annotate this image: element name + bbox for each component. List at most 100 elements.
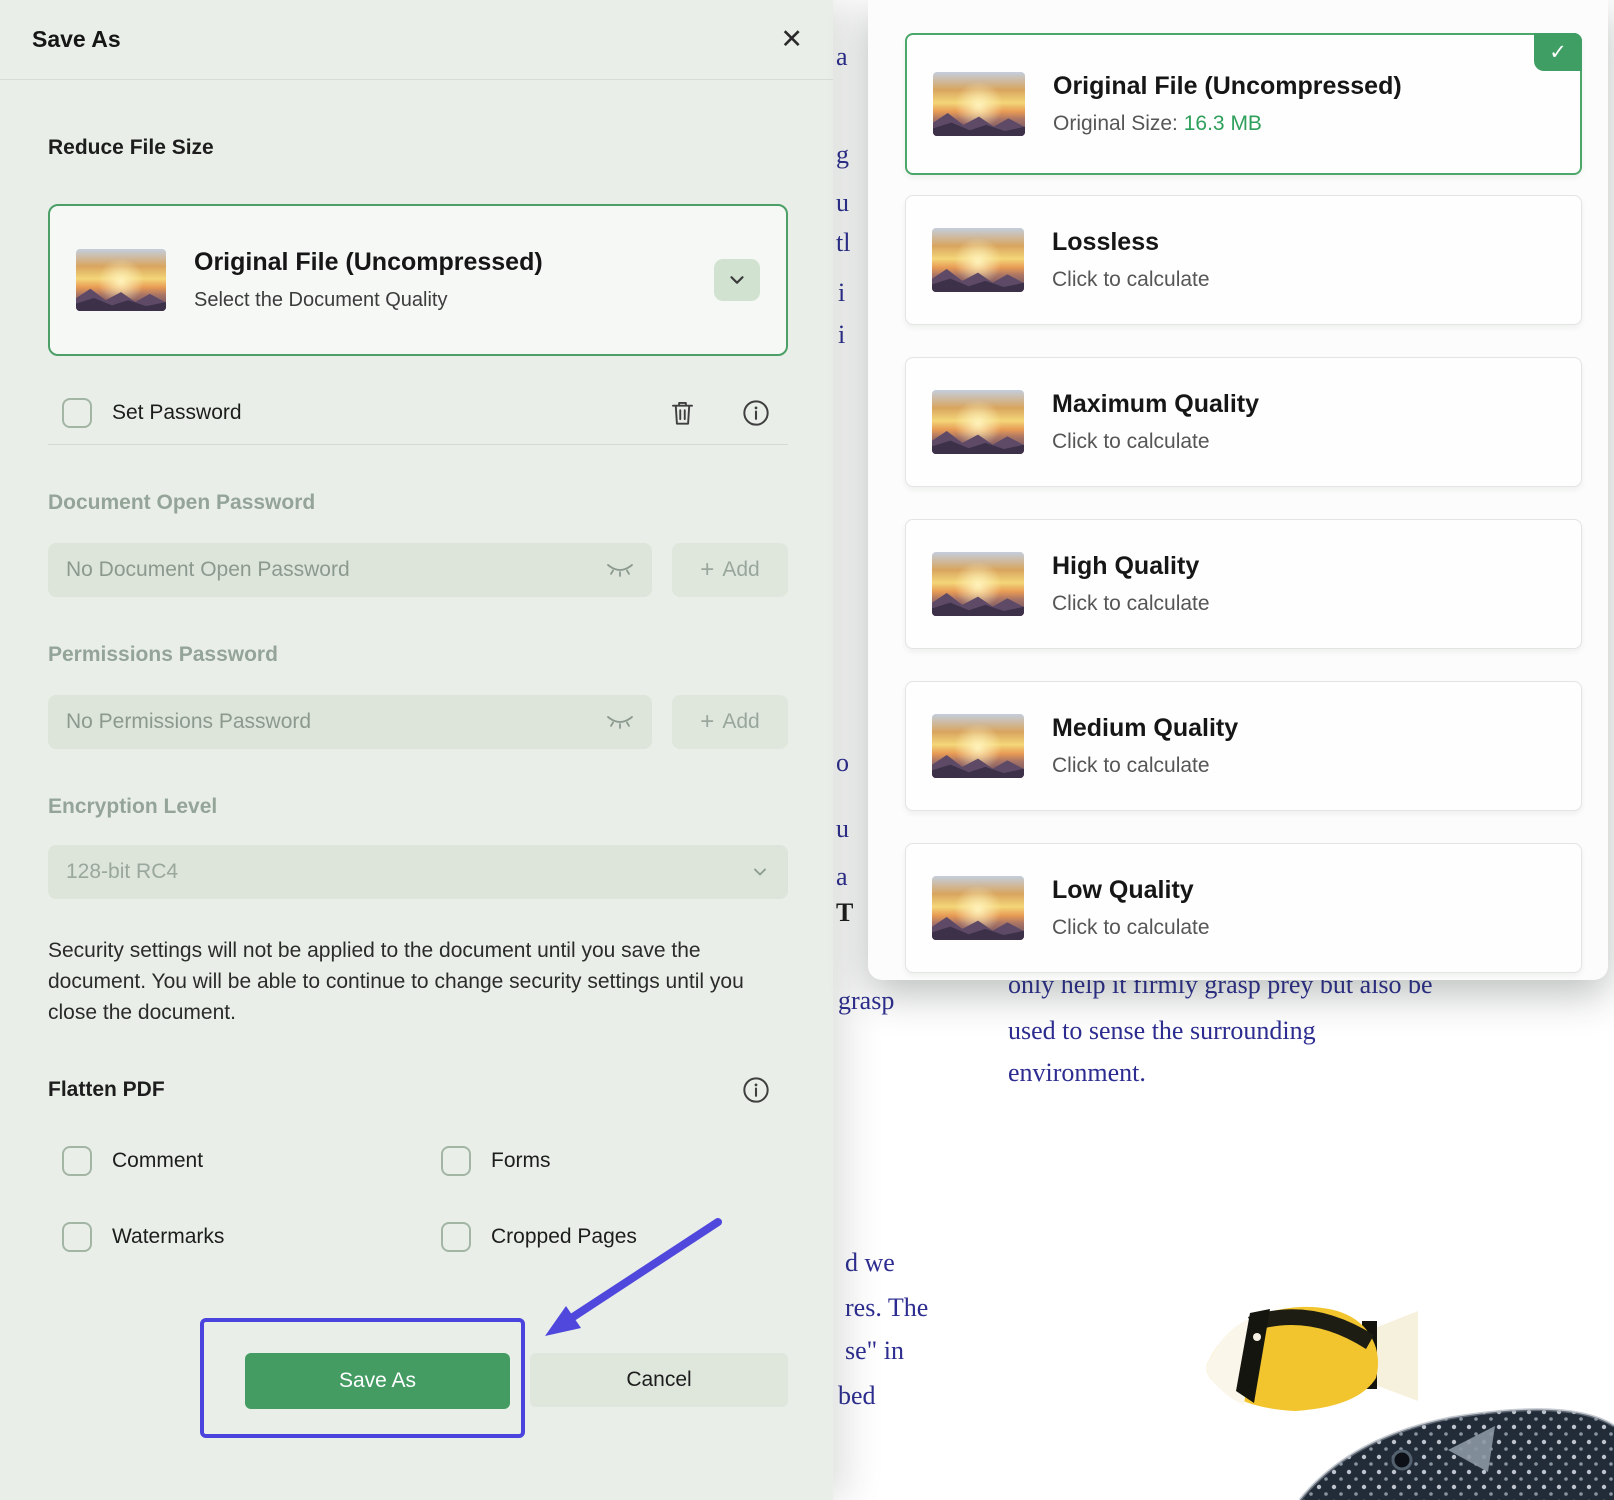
quality-option-subtitle: Click to calculate bbox=[1052, 754, 1555, 778]
doc-open-password-placeholder: No Document Open Password bbox=[66, 558, 606, 582]
cancel-button[interactable]: Cancel bbox=[530, 1353, 788, 1407]
quality-option-medium[interactable]: Medium Quality Click to calculate bbox=[905, 681, 1582, 811]
password-info-button[interactable] bbox=[742, 399, 770, 427]
delete-password-button[interactable] bbox=[669, 399, 696, 427]
dialog-title: Save As bbox=[32, 26, 121, 53]
quality-option-subtitle: Original Size: 16.3 MB bbox=[1053, 112, 1554, 136]
add-button-label: Add bbox=[722, 710, 759, 734]
doc-fragment: tl bbox=[836, 228, 850, 258]
reduce-file-size-heading: Reduce File Size bbox=[48, 136, 785, 160]
doc-fragment: a bbox=[836, 42, 848, 72]
eye-closed-icon bbox=[606, 713, 634, 731]
quality-dropdown-button[interactable] bbox=[714, 259, 760, 301]
encryption-level-label: Encryption Level bbox=[48, 795, 785, 819]
document-thumbnail bbox=[932, 552, 1024, 616]
set-password-label: Set Password bbox=[112, 401, 242, 425]
doc-fragment: u bbox=[836, 814, 849, 844]
quality-option-title: Low Quality bbox=[1052, 876, 1555, 905]
info-icon bbox=[742, 399, 770, 427]
doc-line: environment. bbox=[1008, 1058, 1146, 1088]
quality-option-high[interactable]: High Quality Click to calculate bbox=[905, 519, 1582, 649]
document-thumbnail bbox=[933, 72, 1025, 136]
quality-card-text: Original File (Uncompressed) Select the … bbox=[194, 248, 686, 312]
encryption-level-value: 128-bit RC4 bbox=[66, 860, 750, 884]
quality-option-lossless[interactable]: Lossless Click to calculate bbox=[905, 195, 1582, 325]
divider bbox=[48, 444, 788, 445]
quality-option-title: Original File (Uncompressed) bbox=[1053, 72, 1554, 101]
quality-option-subtitle: Click to calculate bbox=[1052, 916, 1555, 940]
quality-option-title: Maximum Quality bbox=[1052, 390, 1555, 419]
comment-label: Comment bbox=[112, 1149, 203, 1173]
document-thumbnail bbox=[932, 714, 1024, 778]
flatten-option-watermarks[interactable]: Watermarks bbox=[62, 1222, 441, 1252]
document-thumbnail bbox=[932, 228, 1024, 292]
quality-option-title: High Quality bbox=[1052, 552, 1555, 581]
doc-fragment: o bbox=[836, 748, 849, 778]
add-button-label: Add bbox=[722, 558, 759, 582]
permissions-password-input[interactable]: No Permissions Password bbox=[48, 695, 652, 749]
quality-selector-card[interactable]: Original File (Uncompressed) Select the … bbox=[48, 204, 788, 356]
original-size-label: Original Size: bbox=[1053, 112, 1178, 135]
document-thumbnail bbox=[932, 876, 1024, 940]
quality-option-subtitle: Click to calculate bbox=[1052, 592, 1555, 616]
plus-icon: + bbox=[700, 558, 714, 582]
doc-fragment: res. The bbox=[845, 1293, 928, 1323]
doc-fragment: i bbox=[838, 320, 845, 350]
security-note: Security settings will not be applied to… bbox=[48, 935, 788, 1028]
quality-card-title: Original File (Uncompressed) bbox=[194, 248, 686, 277]
doc-fragment: u bbox=[836, 188, 849, 218]
doc-fragment: d we bbox=[845, 1248, 895, 1278]
flatten-pdf-heading: Flatten PDF bbox=[48, 1078, 165, 1102]
fish-image bbox=[1150, 1288, 1614, 1500]
quality-option-title: Medium Quality bbox=[1052, 714, 1555, 743]
add-doc-open-password-button[interactable]: + Add bbox=[672, 543, 788, 597]
flatten-info-button[interactable] bbox=[742, 1076, 770, 1104]
page: a g u tl i i o u a T grasp d we res. The… bbox=[0, 0, 1614, 1500]
save-as-dialog: Save As ✕ Reduce File Size Original File… bbox=[0, 0, 833, 1500]
doc-line: used to sense the surrounding bbox=[1008, 1016, 1316, 1046]
flatten-option-cropped-pages[interactable]: Cropped Pages bbox=[441, 1222, 820, 1252]
doc-fragment: se" in bbox=[845, 1336, 904, 1366]
doc-open-password-label: Document Open Password bbox=[48, 491, 785, 515]
comment-checkbox[interactable] bbox=[62, 1146, 92, 1176]
set-password-checkbox[interactable] bbox=[62, 398, 92, 428]
dialog-header: Save As ✕ bbox=[0, 0, 833, 80]
set-password-row: Set Password bbox=[62, 398, 770, 428]
cropped-pages-label: Cropped Pages bbox=[491, 1225, 637, 1249]
flatten-option-forms[interactable]: Forms bbox=[441, 1146, 820, 1176]
info-icon bbox=[742, 1076, 770, 1104]
quality-option-subtitle: Click to calculate bbox=[1052, 268, 1555, 292]
plus-icon: + bbox=[700, 710, 714, 734]
quality-option-subtitle: Click to calculate bbox=[1052, 430, 1555, 454]
document-thumbnail bbox=[76, 249, 166, 311]
doc-fragment: i bbox=[838, 278, 845, 308]
selected-check-icon: ✓ bbox=[1534, 33, 1582, 71]
add-permissions-password-button[interactable]: + Add bbox=[672, 695, 788, 749]
quality-option-low[interactable]: Low Quality Click to calculate bbox=[905, 843, 1582, 973]
doc-fragment: bed bbox=[838, 1381, 876, 1411]
document-thumbnail bbox=[932, 390, 1024, 454]
close-icon[interactable]: ✕ bbox=[780, 26, 803, 53]
permissions-password-label: Permissions Password bbox=[48, 643, 785, 667]
doc-fragment: grasp bbox=[838, 986, 894, 1016]
flatten-option-comment[interactable]: Comment bbox=[62, 1146, 441, 1176]
save-as-button[interactable]: Save As bbox=[245, 1353, 510, 1409]
cropped-pages-checkbox[interactable] bbox=[441, 1222, 471, 1252]
quality-card-subtitle: Select the Document Quality bbox=[194, 289, 686, 312]
chevron-down-icon bbox=[726, 269, 748, 291]
permissions-password-placeholder: No Permissions Password bbox=[66, 710, 606, 734]
doc-open-password-input[interactable]: No Document Open Password bbox=[48, 543, 652, 597]
watermarks-label: Watermarks bbox=[112, 1225, 224, 1249]
quality-option-original[interactable]: Original File (Uncompressed) Original Si… bbox=[905, 33, 1582, 175]
quality-option-maximum[interactable]: Maximum Quality Click to calculate bbox=[905, 357, 1582, 487]
encryption-level-select[interactable]: 128-bit RC4 bbox=[48, 845, 788, 899]
forms-checkbox[interactable] bbox=[441, 1146, 471, 1176]
butterflyfish bbox=[1207, 1307, 1419, 1411]
doc-fragment: a bbox=[836, 862, 848, 892]
quality-option-title: Lossless bbox=[1052, 228, 1555, 257]
trash-icon bbox=[669, 399, 696, 427]
forms-label: Forms bbox=[491, 1149, 551, 1173]
watermarks-checkbox[interactable] bbox=[62, 1222, 92, 1252]
pufferfish bbox=[1300, 1410, 1614, 1500]
doc-fragment: T bbox=[836, 898, 853, 928]
